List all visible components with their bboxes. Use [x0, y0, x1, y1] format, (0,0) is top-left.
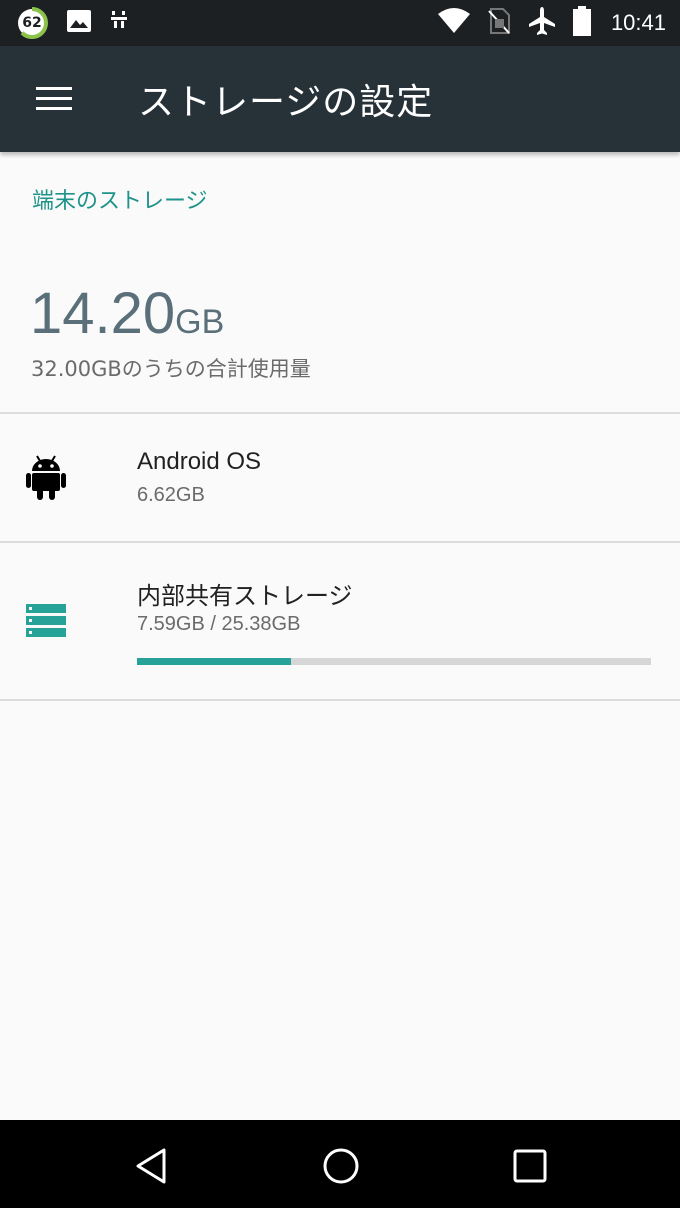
storage-usage-fill [137, 658, 291, 665]
divider [0, 699, 680, 701]
no-sim-icon [487, 7, 511, 39]
storage-usage-bar [137, 658, 651, 665]
total-used-description: 32.00GBのうちの合計使用量 [31, 357, 311, 381]
item-title: Android OS [137, 448, 262, 475]
list-item-internal-storage[interactable]: 内部共有ストレージ 7.59GB / 25.38GB [0, 543, 680, 699]
total-used-value: 14.20 [30, 281, 176, 346]
battery-ring-icon: 62 [16, 7, 48, 39]
storage-icon [26, 604, 66, 642]
section-header-device-storage: 端末のストレージ [32, 189, 208, 214]
navigation-bar [0, 1120, 680, 1208]
total-used-summary: 14.20GB [30, 280, 224, 347]
airplane-mode-icon [527, 6, 557, 40]
status-bar: 62 10:41 [0, 0, 680, 46]
home-icon[interactable] [321, 1146, 361, 1186]
wifi-icon [437, 8, 471, 38]
item-title: 内部共有ストレージ [137, 583, 353, 610]
hamburger-menu-icon[interactable] [36, 87, 72, 111]
total-used-unit: GB [175, 303, 225, 341]
list-item-android-os[interactable]: Android OS 6.62GB [0, 414, 680, 541]
item-subtitle: 7.59GB / 25.38GB [137, 613, 301, 635]
recents-icon[interactable] [510, 1146, 550, 1186]
image-notification-icon [66, 9, 92, 37]
usb-debug-icon [110, 9, 128, 37]
item-subtitle: 6.62GB [137, 484, 205, 506]
back-icon[interactable] [132, 1146, 172, 1186]
battery-icon [572, 6, 591, 40]
page-title: ストレージの設定 [138, 82, 434, 123]
status-clock: 10:41 [610, 10, 666, 35]
battery-badge-text: 62 [22, 15, 42, 31]
app-bar: ストレージの設定 [0, 46, 680, 152]
android-icon [26, 454, 66, 504]
